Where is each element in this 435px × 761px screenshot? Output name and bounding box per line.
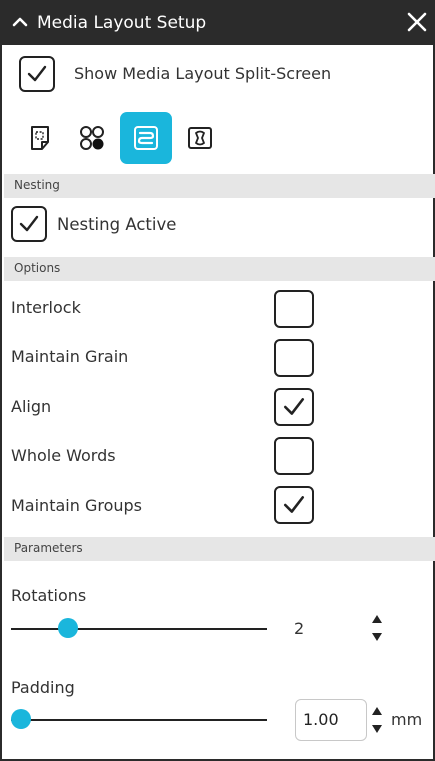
- parameters-section-label: Parameters: [14, 541, 83, 555]
- option-label: Maintain Grain: [11, 347, 129, 366]
- media-layout-setup-panel: Media Layout Setup Show Media Layout Spl…: [0, 0, 435, 761]
- rotations-spinner-icon[interactable]: [371, 613, 383, 643]
- padding-unit: mm: [391, 710, 423, 729]
- padding-input[interactable]: 1.00: [295, 699, 367, 741]
- page-layout-button[interactable]: [14, 112, 66, 164]
- rotations-label: Rotations: [11, 586, 87, 605]
- whole-words-checkbox[interactable]: [274, 437, 314, 475]
- chevron-up-icon[interactable]: [10, 12, 30, 32]
- rotations-value: 2: [294, 619, 305, 638]
- nesting-button[interactable]: [120, 112, 172, 164]
- padding-label: Padding: [11, 678, 75, 697]
- nesting-section-header: Nesting: [4, 174, 435, 198]
- show-split-screen-label: Show Media Layout Split-Screen: [74, 64, 332, 83]
- maintain-groups-checkbox[interactable]: [274, 486, 314, 524]
- window-title: Media Layout Setup: [37, 13, 207, 33]
- parameters-section-header: Parameters: [4, 537, 435, 561]
- title-bar: Media Layout Setup: [2, 0, 435, 45]
- rotations-slider-thumb[interactable]: [58, 618, 78, 638]
- padding-slider-track[interactable]: [11, 719, 267, 721]
- nesting-active-checkbox[interactable]: [11, 206, 47, 242]
- option-label: Maintain Groups: [11, 496, 142, 515]
- fit-frame-button[interactable]: [174, 112, 226, 164]
- nesting-active-label: Nesting Active: [57, 215, 177, 234]
- option-label: Align: [11, 397, 52, 416]
- option-label: Interlock: [11, 298, 81, 317]
- close-icon[interactable]: [405, 10, 429, 34]
- options-section-header: Options: [4, 257, 435, 281]
- circles-button[interactable]: [66, 112, 118, 164]
- show-split-screen-checkbox[interactable]: [19, 56, 55, 92]
- padding-spinner-icon[interactable]: [371, 705, 383, 735]
- rotations-slider-track[interactable]: [11, 628, 267, 630]
- nesting-section-label: Nesting: [14, 178, 60, 192]
- interlock-checkbox[interactable]: [274, 290, 314, 328]
- option-label: Whole Words: [11, 446, 116, 465]
- options-section-label: Options: [14, 261, 61, 275]
- padding-slider-thumb[interactable]: [11, 709, 31, 729]
- maintain-grain-checkbox[interactable]: [274, 339, 314, 377]
- align-checkbox[interactable]: [274, 388, 314, 426]
